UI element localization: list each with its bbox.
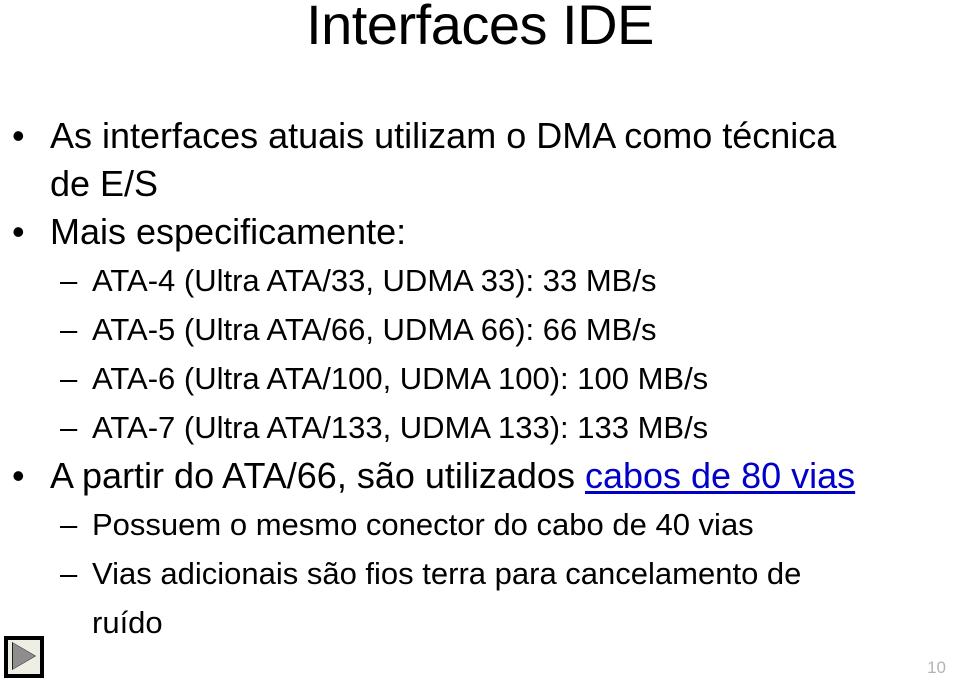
presentation-slide: Interfaces IDE • As interfaces atuais ut… [0,0,960,686]
bullet-text: Vias adicionais são fios terra para canc… [92,556,802,591]
bullet-item-level2: – Possuem o mesmo conector do cabo de 40… [0,500,960,549]
bullet-text: ATA-6 (Ultra ATA/100, UDMA 100): 100 MB/… [92,361,709,396]
dash-marker-icon: – [60,556,78,591]
bullet-text: de E/S [50,163,159,204]
bullet-text: Mais especificamente: [50,211,407,252]
dash-marker-icon: – [60,507,78,542]
bullet-text: As interfaces atuais utilizam o DMA como… [50,115,837,156]
bullet-item-level2: – Vias adicionais são fios terra para ca… [0,549,960,598]
bullet-marker-icon: • [12,455,25,496]
dash-marker-icon: – [60,312,78,347]
bullet-text: ATA-4 (Ultra ATA/33, UDMA 33): 33 MB/s [92,263,657,298]
bullet-text-continuation: de E/S [0,160,960,208]
hyperlink-cabos-de-80-vias[interactable]: cabos de 80 vias [585,455,855,496]
bullet-text: A partir do ATA/66, são utilizados [50,455,585,496]
bullet-item-level2: – ATA-7 (Ultra ATA/133, UDMA 133): 133 M… [0,403,960,452]
bullet-text: ruído [92,605,163,640]
bullet-item-level1: • Mais especificamente: [0,208,960,256]
play-triangle-fill-icon [13,643,35,669]
bullet-item-level2: – ATA-4 (Ultra ATA/33, UDMA 33): 33 MB/s [0,256,960,305]
page-title: Interfaces IDE [306,0,654,56]
bullet-text-continuation: ruído [0,598,960,647]
bullet-item-level1: • A partir do ATA/66, são utilizados cab… [0,452,960,500]
slide-body-content: • As interfaces atuais utilizam o DMA co… [0,112,960,647]
bullet-text: Possuem o mesmo conector do cabo de 40 v… [92,507,754,542]
page-number: 10 [927,658,946,677]
play-media-button[interactable] [4,636,44,678]
dash-marker-icon: – [60,263,78,298]
bullet-marker-icon: • [12,115,25,156]
dash-marker-icon: – [60,410,78,445]
dash-marker-icon: – [60,361,78,396]
bullet-item-level1: • As interfaces atuais utilizam o DMA co… [0,112,960,160]
bullet-item-level2: – ATA-6 (Ultra ATA/100, UDMA 100): 100 M… [0,354,960,403]
bullet-text: ATA-5 (Ultra ATA/66, UDMA 66): 66 MB/s [92,312,657,347]
bullet-marker-icon: • [12,211,25,252]
bullet-item-level2: – ATA-5 (Ultra ATA/66, UDMA 66): 66 MB/s [0,305,960,354]
bullet-text: ATA-7 (Ultra ATA/133, UDMA 133): 133 MB/… [92,410,709,445]
